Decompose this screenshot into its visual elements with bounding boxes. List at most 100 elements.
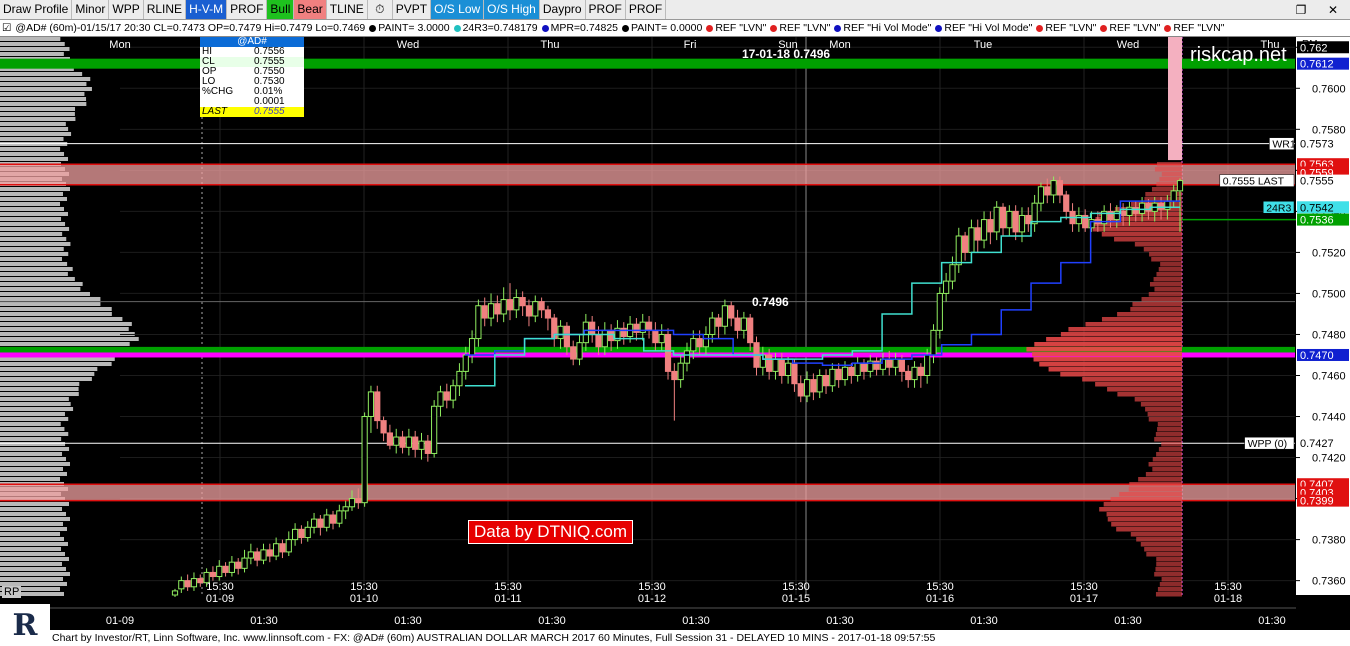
toolbar-button-13[interactable]: Daypro: [539, 0, 586, 19]
candle-body: [601, 329, 608, 348]
candle-body: [273, 543, 280, 557]
candle-body: [260, 549, 267, 561]
right-profile-bar: [1136, 537, 1182, 542]
candle-body: [1025, 214, 1032, 225]
candle-body: [917, 366, 924, 376]
checkbox-icon[interactable]: ☑: [0, 20, 13, 36]
toolbar-button-6[interactable]: Bull: [267, 0, 295, 19]
left-volume-bar: [0, 237, 67, 241]
toolbar-button-15[interactable]: PROF: [625, 0, 667, 19]
toolbar-button-0[interactable]: Draw Profile: [0, 0, 73, 19]
candle-body: [936, 292, 943, 331]
candle-body: [298, 528, 305, 539]
toolbar-button-3[interactable]: RLINE: [143, 0, 187, 19]
indicator-item: REF "LVN": [1098, 20, 1162, 36]
right-profile-bar: [1154, 287, 1182, 292]
candle-body: [886, 358, 893, 368]
stopwatch-icon[interactable]: ⏱: [367, 0, 393, 19]
left-volume-bar: [0, 267, 73, 271]
candle-body: [1138, 202, 1146, 214]
price-label: 0.7427: [1300, 438, 1334, 450]
candle-body: [557, 325, 564, 340]
left-volume-bar: [0, 327, 129, 331]
left-volume-bar: [0, 37, 61, 41]
right-profile-bar: [1161, 442, 1182, 447]
right-profile-bar: [1099, 507, 1182, 512]
indicator-item: REF "LVN": [704, 20, 768, 36]
price-tag: 0.7555 LAST: [1223, 176, 1285, 188]
right-profile-bar: [1153, 277, 1182, 282]
price-chart[interactable]: RM0.73600.73800.74000.74200.74400.74600.…: [0, 37, 1350, 630]
right-profile-bar: [1159, 582, 1182, 587]
toolbar-button-11[interactable]: O/S Low: [431, 0, 485, 19]
right-profile-bar: [1140, 402, 1182, 407]
x-date-label: 01-17: [1070, 593, 1098, 605]
toolbar-button-5[interactable]: PROF: [227, 0, 268, 19]
x-time-label: 15:30: [782, 581, 810, 593]
day-label: Wed: [397, 39, 419, 51]
x-time-label: 15:30: [638, 581, 666, 593]
left-volume-bar: [0, 137, 64, 141]
price-label: 0.7573: [1300, 139, 1334, 151]
toolbar-button-2[interactable]: WPP: [109, 0, 144, 19]
candle-body: [791, 362, 798, 385]
candle-body: [905, 370, 912, 381]
indicator-dot-icon: [834, 24, 842, 32]
right-profile-bar: [1039, 362, 1182, 367]
left-volume-bar: [0, 367, 98, 371]
toolbar-button-4[interactable]: H-V-M: [186, 0, 228, 19]
left-volume-bar: [0, 502, 70, 506]
candle-body: [235, 561, 242, 569]
x-sub-label: 01:30: [394, 615, 422, 627]
candle-body: [772, 358, 779, 372]
toolbar-button-10[interactable]: PVPT: [392, 0, 432, 19]
left-volume-bar: [0, 82, 87, 86]
left-volume-bar: [0, 432, 69, 436]
right-profile-bar: [1138, 477, 1182, 482]
right-profile-bar: [1161, 577, 1182, 582]
indicator-dot-icon: [1164, 24, 1172, 32]
x-date-label: 01-10: [350, 593, 378, 605]
right-profile-bar: [1141, 297, 1182, 302]
left-volume-bar: [0, 292, 90, 296]
candle-body: [342, 506, 349, 512]
right-profile-bar: [1146, 552, 1182, 557]
candle-body: [816, 374, 823, 393]
price-tag: WR1: [1272, 139, 1295, 151]
left-volume-bar: [0, 212, 69, 216]
candle-body: [437, 391, 444, 407]
day-label: Thu: [541, 39, 560, 51]
candle-body: [683, 350, 691, 364]
price-tag: WPP (0): [1248, 438, 1287, 450]
candle-body: [380, 420, 387, 434]
candle-body: [228, 561, 235, 573]
x-sub-label: 01:30: [826, 615, 854, 627]
toolbar-button-12[interactable]: O/S High: [484, 0, 540, 19]
restore-icon[interactable]: ❐: [1290, 0, 1312, 19]
candle-body: [525, 305, 533, 317]
toolbar-button-8[interactable]: TLINE: [326, 0, 368, 19]
right-profile-bar: [1111, 522, 1182, 527]
candle-body: [980, 219, 988, 241]
left-volume-bar: [0, 447, 70, 451]
price-label: 0.7470: [1300, 350, 1334, 362]
toolbar-button-1[interactable]: Minor: [72, 0, 110, 19]
toolbar-button-7[interactable]: Bear: [294, 0, 327, 19]
lvn-upper-band: [0, 164, 1295, 185]
right-profile-bar: [1048, 367, 1182, 372]
lvn-lower-band: [0, 484, 1295, 501]
candle-body: [778, 358, 785, 376]
left-volume-bar: [0, 452, 63, 456]
right-profile-bar: [1140, 542, 1182, 547]
right-profile-bar: [1157, 587, 1182, 592]
candle-body: [709, 317, 716, 335]
close-icon[interactable]: ✕: [1322, 0, 1344, 19]
right-profile-bar: [1085, 322, 1182, 327]
left-volume-bar: [0, 42, 65, 46]
candle-body: [633, 323, 640, 333]
candle-body: [1126, 206, 1133, 216]
left-volume-bar: [0, 537, 64, 541]
toolbar-button-14[interactable]: PROF: [585, 0, 626, 19]
left-volume-bar: [0, 527, 67, 531]
left-volume-bar: [0, 317, 123, 321]
